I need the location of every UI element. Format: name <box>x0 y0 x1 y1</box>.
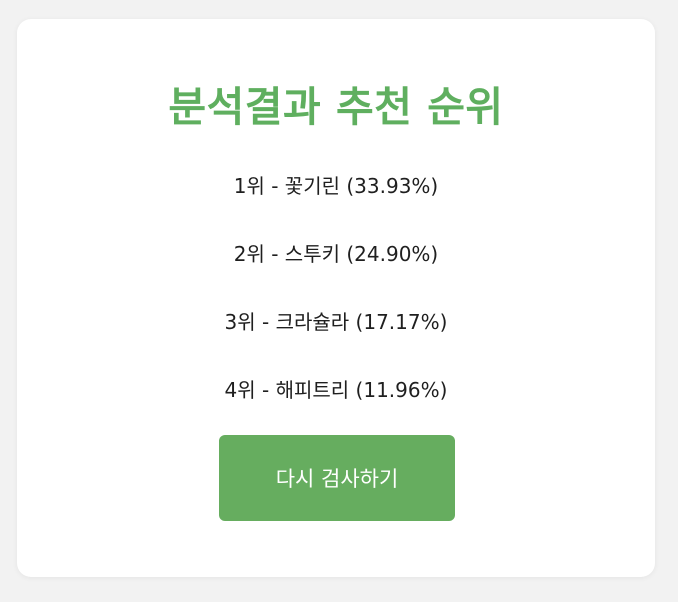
ranking-item-4: 4위 - 해피트리 (11.96%) <box>224 378 448 402</box>
page-title: 분석결과 추천 순위 <box>168 83 504 131</box>
result-card: 분석결과 추천 순위 1위 - 꽃기린 (33.93%) 2위 - 스투키 (2… <box>17 19 655 577</box>
ranking-item-3: 3위 - 크라슐라 (17.17%) <box>224 310 448 334</box>
ranking-list: 1위 - 꽃기린 (33.93%) 2위 - 스투키 (24.90%) 3위 -… <box>17 167 655 439</box>
ranking-item-1: 1위 - 꽃기린 (33.93%) <box>233 174 439 198</box>
ranking-item-2: 2위 - 스투키 (24.90%) <box>233 242 439 266</box>
retry-button[interactable]: 다시 검사하기 <box>219 435 455 521</box>
